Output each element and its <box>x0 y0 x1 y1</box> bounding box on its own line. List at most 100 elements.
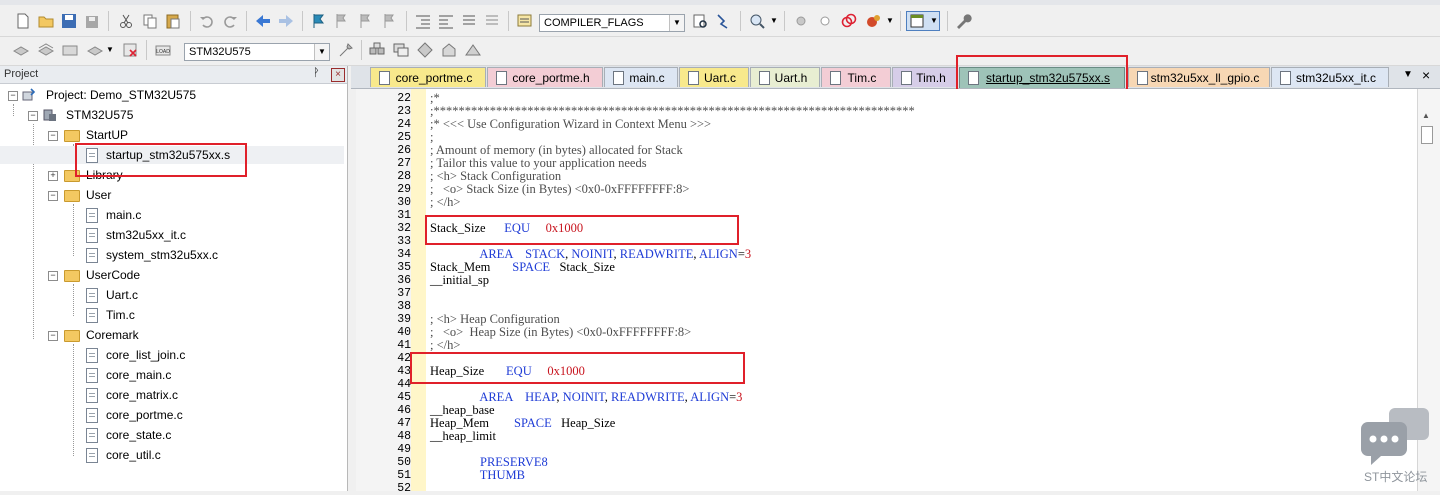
batch-build-dropdown-icon[interactable]: ▼ <box>106 45 114 54</box>
select-packs-icon[interactable] <box>416 41 434 59</box>
tree-group-user[interactable]: − User <box>0 186 340 204</box>
translate-icon[interactable] <box>12 41 30 59</box>
next-bookmark-icon[interactable] <box>356 12 374 30</box>
file-extensions-icon[interactable] <box>368 41 386 59</box>
code-editor[interactable]: 22 ;* 23 ;*********************************… <box>351 89 1440 495</box>
save-icon[interactable] <box>60 12 78 30</box>
tree-root-project[interactable]: − Project: Demo_STM32U575 <box>0 86 340 104</box>
debug-session-icon[interactable] <box>864 12 882 30</box>
target-select-value: STM32U575 <box>189 46 251 58</box>
tree-file-it-c[interactable]: stm32u5xx_it.c <box>0 226 340 244</box>
build-icon[interactable] <box>37 41 55 59</box>
stop-build-icon[interactable] <box>121 41 139 59</box>
collapse-icon[interactable]: − <box>48 131 58 141</box>
tab-tim-h[interactable]: Tim.h <box>892 67 958 87</box>
tree-group-usercode[interactable]: − UserCode <box>0 266 340 284</box>
tab-list-dropdown-icon[interactable]: ▼ <box>1403 69 1413 80</box>
close-tab-icon[interactable]: × <box>1422 67 1430 83</box>
tab-uart-c[interactable]: Uart.c <box>679 67 749 87</box>
forum-watermark: ST中文论坛 <box>1355 402 1440 491</box>
close-panel-button[interactable]: × <box>331 68 345 82</box>
c-file-icon <box>86 208 98 223</box>
project-panel-title: Project <box>4 68 39 80</box>
find-in-files-icon[interactable] <box>516 12 534 30</box>
download-load-icon[interactable]: LOAD <box>154 41 172 59</box>
tree-file-main-c[interactable]: main.c <box>0 206 340 224</box>
open-folder-icon[interactable] <box>37 12 55 30</box>
tab-ll-gpio-c[interactable]: stm32u5xx_ll_gpio.c <box>1128 67 1270 87</box>
clear-bookmarks-icon[interactable] <box>380 12 398 30</box>
tree-file-uart-c[interactable]: Uart.c <box>0 286 340 304</box>
comment-icon[interactable] <box>460 12 478 30</box>
paste-icon[interactable] <box>164 12 182 30</box>
collapse-icon[interactable]: − <box>48 331 58 341</box>
rebuild-icon[interactable] <box>61 41 79 59</box>
manage-components-icon[interactable] <box>392 41 410 59</box>
tree-file-system-c[interactable]: system_stm32u5xx.c <box>0 246 340 264</box>
pin-icon[interactable]: ᚹ <box>313 67 320 79</box>
tree-file-core-state[interactable]: core_state.c <box>0 426 340 444</box>
line-number: 52 <box>397 482 411 495</box>
collapse-icon[interactable]: − <box>48 191 58 201</box>
prev-bookmark-icon[interactable] <box>332 12 350 30</box>
cut-icon[interactable] <box>117 12 135 30</box>
tab-uart-h[interactable]: Uart.h <box>750 67 820 87</box>
line-number: 40 <box>397 326 411 339</box>
tree-file-core-util[interactable]: core_util.c <box>0 446 340 464</box>
scrollbar-thumb[interactable] <box>1421 126 1433 144</box>
folder-open-icon <box>64 190 80 202</box>
tree-file-core-matrix[interactable]: core_matrix.c <box>0 386 340 404</box>
debug-dropdown-icon[interactable]: ▼ <box>886 16 894 25</box>
scroll-up-icon[interactable]: ▲ <box>1422 111 1430 120</box>
find-icon[interactable] <box>691 12 709 30</box>
tab-core-portme-h[interactable]: core_portme.h <box>487 67 603 87</box>
zoom-icon[interactable] <box>748 12 766 30</box>
batch-build-icon[interactable] <box>86 41 104 59</box>
tab-core-portme-c[interactable]: core_portme.c <box>370 67 486 87</box>
expand-icon[interactable]: + <box>48 171 58 181</box>
copy-icon[interactable] <box>141 12 159 30</box>
nav-back-icon[interactable] <box>254 12 272 30</box>
new-file-icon[interactable] <box>14 12 32 30</box>
indent-icon[interactable] <box>414 12 432 30</box>
unindent-icon[interactable] <box>437 12 455 30</box>
breakpoint-icon[interactable] <box>792 12 810 30</box>
bookmark-icon[interactable] <box>309 12 327 30</box>
window-layout-dropdown-icon: ▼ <box>930 16 938 25</box>
kill-breakpoints-icon[interactable] <box>840 12 858 30</box>
compiler-flags-combo[interactable]: COMPILER_FLAGS ▼ <box>539 14 685 32</box>
uncomment-icon[interactable] <box>483 12 501 30</box>
line-number: 46 <box>397 404 411 417</box>
line-number: 23 <box>397 105 411 118</box>
chevron-down-icon[interactable]: ▼ <box>314 44 329 60</box>
target-select-combo[interactable]: STM32U575 ▼ <box>184 43 330 61</box>
tree-target[interactable]: − STM32U575 <box>0 106 340 124</box>
target-options-icon[interactable] <box>337 41 355 59</box>
tree-group-startup[interactable]: − StartUP <box>0 126 340 144</box>
tree-file-label: core_matrix.c <box>106 388 179 402</box>
disable-breakpoint-icon[interactable] <box>816 12 834 30</box>
line-number: 24 <box>397 118 411 131</box>
nav-forward-icon[interactable] <box>277 12 295 30</box>
collapse-icon[interactable]: − <box>48 271 58 281</box>
tab-main-c[interactable]: main.c <box>604 67 678 87</box>
collapse-icon[interactable]: − <box>8 91 18 101</box>
zoom-dropdown-icon[interactable]: ▼ <box>770 16 778 25</box>
tree-group-coremark[interactable]: − Coremark <box>0 326 340 344</box>
collapse-icon[interactable]: − <box>28 111 38 121</box>
tab-tim-c[interactable]: Tim.c <box>821 67 891 87</box>
pack-installer-icon[interactable] <box>440 41 458 59</box>
tree-file-core-list-join[interactable]: core_list_join.c <box>0 346 340 364</box>
tree-file-core-portme[interactable]: core_portme.c <box>0 406 340 424</box>
configure-wrench-icon[interactable] <box>954 12 972 30</box>
save-all-icon[interactable] <box>83 12 101 30</box>
window-layout-button[interactable]: ▼ <box>906 11 940 31</box>
redo-icon[interactable] <box>221 12 239 30</box>
tree-file-core-main[interactable]: core_main.c <box>0 366 340 384</box>
tab-it-c[interactable]: stm32u5xx_it.c <box>1271 67 1389 87</box>
tree-file-tim-c[interactable]: Tim.c <box>0 306 340 324</box>
manage-rte-icon[interactable] <box>464 41 482 59</box>
undo-icon[interactable] <box>198 12 216 30</box>
chevron-down-icon[interactable]: ▼ <box>669 15 684 31</box>
incremental-find-icon[interactable] <box>714 12 732 30</box>
